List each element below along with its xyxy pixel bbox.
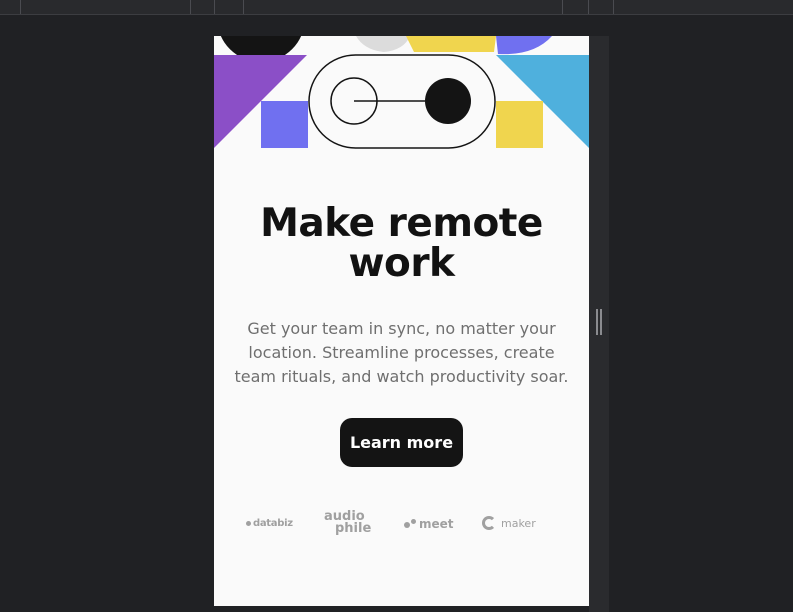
toolbar-divider <box>20 0 21 14</box>
toolbar-divider <box>613 0 614 14</box>
devtools-toolbar <box>0 0 793 15</box>
learn-more-button[interactable]: Learn more <box>340 418 463 467</box>
databiz-logo: databiz <box>246 518 293 529</box>
toolbar-divider <box>562 0 563 14</box>
meet-dots-icon <box>404 519 416 529</box>
databiz-logo-text: databiz <box>253 518 293 529</box>
maker-logo-text: maker <box>501 516 536 530</box>
meet-logo-text: meet <box>419 517 454 531</box>
filled-circle-shape <box>425 78 471 124</box>
hero-description: Get your team in sync, no matter your lo… <box>234 319 569 386</box>
indigo-shape-top <box>496 36 552 55</box>
audiophile-logo-line2: phile <box>335 521 372 536</box>
meet-logo: meet <box>404 517 454 531</box>
yellow-square-shape <box>496 101 543 148</box>
indigo-square-shape <box>261 101 308 148</box>
databiz-mark-icon <box>246 521 251 526</box>
audiophile-logo: audio phile <box>324 510 379 536</box>
client-logos: databiz audio phile meet maker <box>214 509 589 539</box>
page-title: Make remote work <box>260 201 543 286</box>
toolbar-divider <box>190 0 191 14</box>
toolbar-divider <box>588 0 589 14</box>
viewport-resize-handle[interactable] <box>596 309 602 335</box>
toolbar-divider <box>214 0 215 14</box>
gray-blob-shape <box>356 36 410 52</box>
yellow-shape-top <box>406 36 496 52</box>
maker-logo: maker <box>482 516 536 530</box>
toolbar-divider <box>243 0 244 14</box>
mobile-viewport: Make remote work Get your team in sync, … <box>214 36 589 606</box>
maker-mark-icon <box>482 516 496 530</box>
hero-illustration <box>214 36 589 149</box>
